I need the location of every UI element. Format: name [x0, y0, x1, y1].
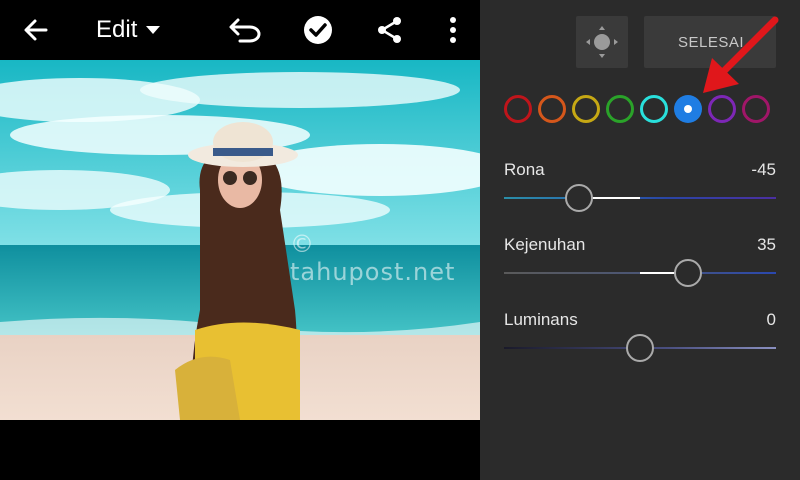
- watermark-text: © tahupost.net: [290, 230, 456, 286]
- slider-luminans-label: Luminans: [504, 310, 578, 329]
- more-options-button[interactable]: [436, 0, 470, 60]
- swatch-orange[interactable]: [538, 95, 566, 123]
- slider-kejenuhan: Kejenuhan 35: [504, 235, 776, 289]
- share-icon: [378, 17, 401, 43]
- swatch-magenta[interactable]: [742, 95, 770, 123]
- slider-rona: Rona -45: [504, 160, 776, 214]
- swatch-purple[interactable]: [708, 95, 736, 123]
- swatch-aqua[interactable]: [640, 95, 668, 123]
- done-button[interactable]: SELESAI: [644, 16, 776, 68]
- slider-luminans-value: 0: [766, 310, 776, 329]
- undo-button[interactable]: [222, 0, 270, 60]
- edit-mode-dropdown[interactable]: Edit: [96, 0, 178, 60]
- swatch-red[interactable]: [504, 95, 532, 123]
- color-swatch-row: [504, 93, 784, 127]
- swatch-blue[interactable]: [674, 95, 702, 123]
- slider-kejenuhan-label: Kejenuhan: [504, 235, 586, 254]
- check-circle-icon: [304, 16, 332, 44]
- target-adjust-button[interactable]: [576, 16, 628, 68]
- top-toolbar: Edit: [0, 0, 480, 60]
- swatch-yellow[interactable]: [572, 95, 600, 123]
- slider-kejenuhan-knob[interactable]: [673, 259, 702, 287]
- slider-kejenuhan-value: 35: [757, 235, 776, 254]
- slider-rona-label: Rona: [504, 160, 545, 179]
- color-adjust-panel: SELESAI Rona -45 Kejenuhan 35 Luminans 0: [480, 0, 800, 480]
- confirm-button[interactable]: [296, 0, 340, 60]
- edited-photo[interactable]: © tahupost.net: [0, 60, 480, 420]
- slider-luminans-knob[interactable]: [626, 334, 654, 362]
- done-button-label: SELESAI: [678, 33, 745, 51]
- caret-down-icon: [146, 26, 161, 34]
- swatch-green[interactable]: [606, 95, 634, 123]
- back-button[interactable]: [14, 0, 58, 60]
- move-target-icon: [586, 26, 618, 58]
- edit-mode-label: Edit: [96, 16, 138, 43]
- slider-rona-value: -45: [751, 160, 776, 179]
- app-root: Edit © tahupost.net SELESAI Rona -45 Kej…: [0, 0, 800, 480]
- more-vertical-icon: [450, 17, 456, 43]
- slider-rona-knob[interactable]: [564, 184, 593, 212]
- arrow-left-icon: [24, 19, 48, 41]
- slider-luminans: Luminans 0: [504, 310, 776, 364]
- share-button[interactable]: [368, 0, 412, 60]
- photo-pane: Edit © tahupost.net: [0, 0, 480, 480]
- slider-rona-track[interactable]: [504, 197, 776, 199]
- undo-icon: [229, 18, 261, 43]
